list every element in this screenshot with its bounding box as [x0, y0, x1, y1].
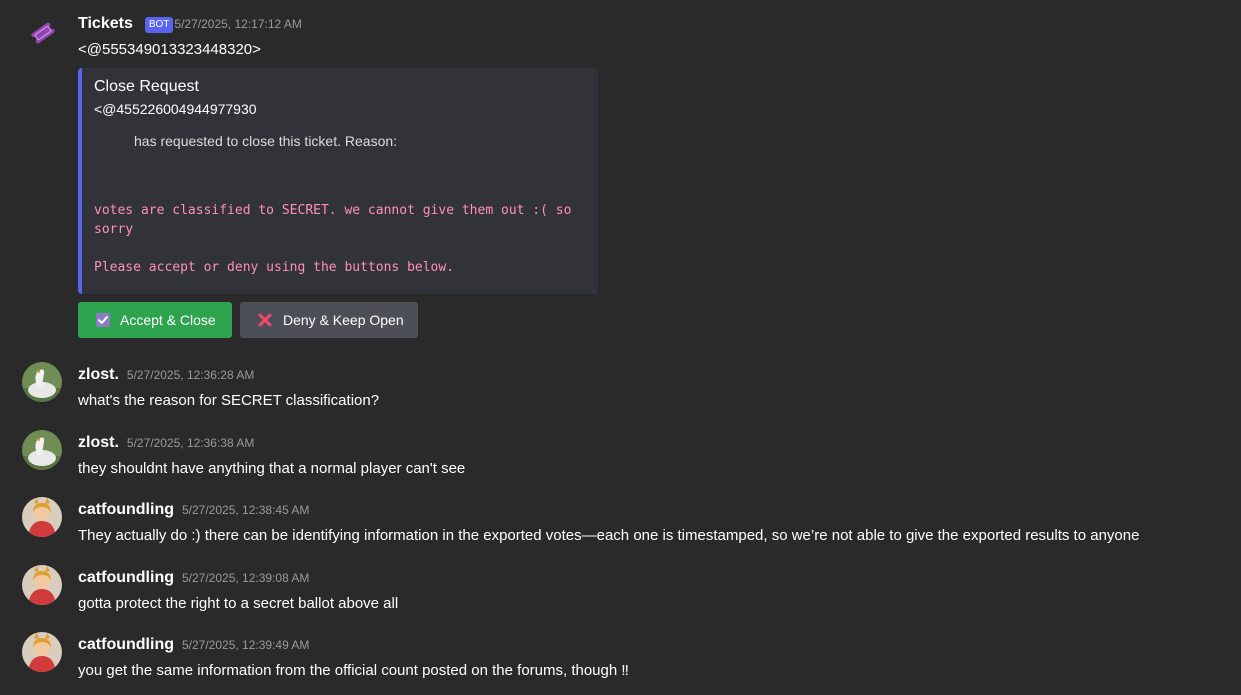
- deny-keep-open-button[interactable]: Deny & Keep Open: [240, 302, 418, 338]
- message-tickets-bot: Tickets BOT 5/27/2025, 12:17:12 AM <@555…: [0, 0, 1241, 345]
- timestamp: 5/27/2025, 12:39:08 AM: [181, 571, 310, 585]
- message-catfoundling-3: catfoundling 5/27/2025, 12:39:49 AM you …: [0, 630, 1241, 690]
- message-header: Tickets BOT 5/27/2025, 12:17:12 AM: [78, 15, 302, 34]
- embed-title: Close Request: [94, 78, 199, 95]
- message-content: what's the reason for SECRET classificat…: [78, 392, 380, 409]
- goose-avatar[interactable]: [22, 362, 62, 402]
- message-header: catfoundling 5/27/2025, 12:38:45 AM: [78, 501, 309, 519]
- accept-close-label: Accept & Close: [120, 312, 216, 328]
- embed-code-block: votes are classified to SECRET. we canno…: [94, 201, 594, 277]
- message-zlost-2: zlost. 5/27/2025, 12:36:38 AM they shoul…: [0, 428, 1241, 488]
- message-catfoundling-1: catfoundling 5/27/2025, 12:38:45 AM They…: [0, 495, 1241, 555]
- cat-avatar[interactable]: [22, 632, 62, 672]
- cat-avatar[interactable]: [22, 565, 62, 605]
- embed-description: has requested to close this ticket. Reas…: [134, 133, 398, 149]
- code-line: votes are classified to SECRET. we canno…: [94, 203, 572, 218]
- username[interactable]: catfoundling: [78, 501, 174, 519]
- message-header: catfoundling 5/27/2025, 12:39:49 AM: [78, 636, 309, 654]
- message-content: They actually do :) there can be identif…: [78, 527, 1140, 544]
- close-request-embed: Close Request <@455226004944977930 has r…: [78, 68, 598, 294]
- message-content: <@555349013323448320>: [78, 41, 261, 58]
- message-content: gotta protect the right to a secret ball…: [78, 595, 399, 612]
- username[interactable]: zlost.: [78, 434, 119, 452]
- message-zlost-1: zlost. 5/27/2025, 12:36:28 AM what's the…: [0, 360, 1241, 420]
- username[interactable]: zlost.: [78, 366, 119, 384]
- message-catfoundling-2: catfoundling 5/27/2025, 12:39:08 AM gott…: [0, 563, 1241, 623]
- accept-close-button[interactable]: Accept & Close: [78, 302, 232, 338]
- code-line: Please accept or deny using the buttons …: [94, 260, 455, 275]
- chat-log: Tickets BOT 5/27/2025, 12:17:12 AM <@555…: [0, 0, 1241, 695]
- goose-avatar[interactable]: [22, 430, 62, 470]
- bot-badge: BOT: [144, 17, 174, 33]
- username[interactable]: Tickets: [78, 15, 133, 33]
- message-header: zlost. 5/27/2025, 12:36:38 AM: [78, 434, 254, 452]
- ticket-icon: [28, 18, 58, 48]
- username[interactable]: catfoundling: [78, 569, 174, 587]
- timestamp: 5/27/2025, 12:38:45 AM: [181, 503, 310, 517]
- timestamp: 5/27/2025, 12:39:49 AM: [181, 638, 310, 652]
- message-header: zlost. 5/27/2025, 12:36:28 AM: [78, 366, 254, 384]
- message-content: they shouldnt have anything that a norma…: [78, 460, 466, 477]
- username[interactable]: catfoundling: [78, 636, 174, 654]
- message-header: catfoundling 5/27/2025, 12:39:08 AM: [78, 569, 309, 587]
- timestamp: 5/27/2025, 12:36:28 AM: [126, 368, 255, 382]
- cat-avatar[interactable]: [22, 497, 62, 537]
- timestamp: 5/27/2025, 12:17:12 AM: [174, 17, 302, 31]
- timestamp: 5/27/2025, 12:36:38 AM: [126, 436, 255, 450]
- deny-keep-open-label: Deny & Keep Open: [283, 312, 404, 328]
- message-content: you get the same information from the of…: [78, 662, 629, 679]
- code-line: sorry: [94, 222, 134, 237]
- checkbox-check-icon: [96, 313, 110, 327]
- cross-icon: [257, 312, 273, 328]
- embed-mention[interactable]: <@455226004944977930: [94, 101, 257, 117]
